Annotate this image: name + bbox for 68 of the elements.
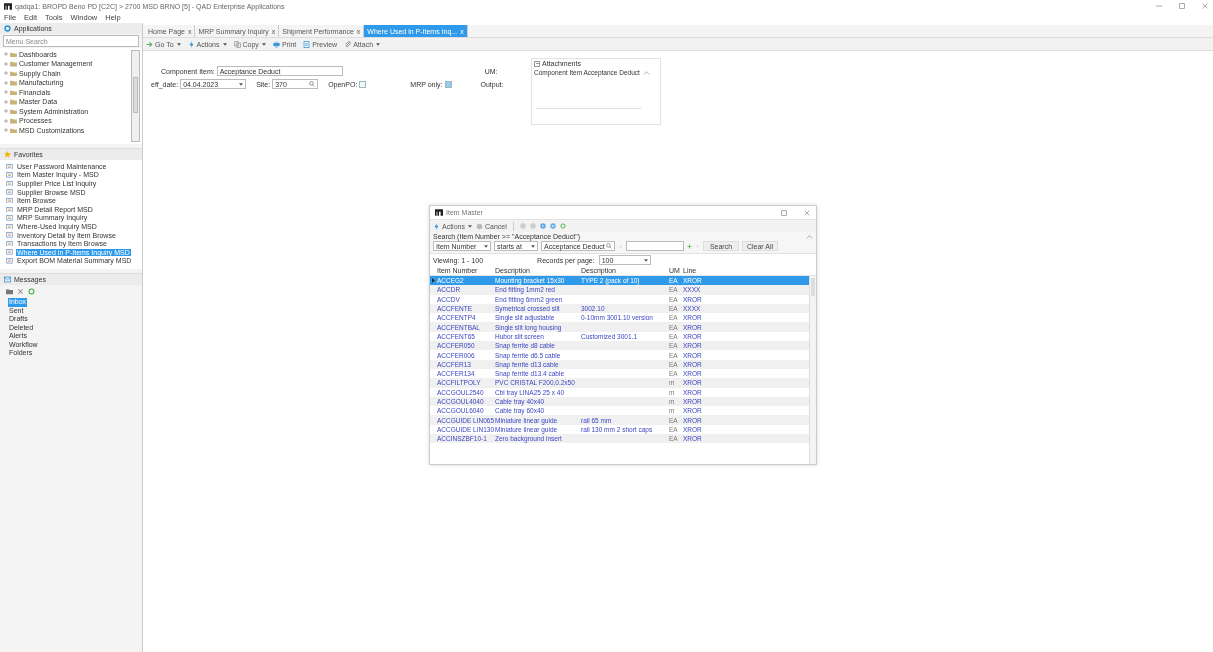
refresh-icon[interactable] <box>28 288 35 296</box>
document-icon <box>6 223 13 230</box>
document-icon <box>6 249 13 255</box>
document-icon <box>6 215 13 221</box>
last-page-icon[interactable] <box>549 223 556 229</box>
expand-icon[interactable] <box>4 90 8 95</box>
caret-icon <box>239 82 244 86</box>
collapse-icon[interactable] <box>534 60 540 67</box>
remove-icon[interactable] <box>618 243 623 249</box>
document-icon <box>6 180 13 187</box>
scrollbar[interactable] <box>809 276 816 464</box>
checkbox[interactable] <box>444 80 452 88</box>
document-icon <box>6 232 13 238</box>
lightning-icon <box>433 222 440 230</box>
close-icon[interactable] <box>803 208 811 217</box>
document-icon <box>6 240 13 247</box>
app-logo-icon <box>4 2 12 10</box>
expand-icon[interactable] <box>4 52 8 57</box>
remove-icon[interactable] <box>695 243 700 249</box>
applications-icon <box>4 25 11 32</box>
copy-icon <box>233 40 241 48</box>
expand-icon[interactable] <box>4 128 8 133</box>
expand-icon[interactable] <box>4 99 8 104</box>
document-icon <box>6 258 13 264</box>
arrow-icon <box>146 40 153 48</box>
minimize-icon[interactable] <box>1155 2 1163 10</box>
caret-icon <box>531 244 535 248</box>
star-icon <box>4 151 11 158</box>
row-pointer-icon <box>432 278 435 284</box>
printer-icon <box>272 40 280 48</box>
caret-icon <box>222 42 227 46</box>
expand-icon[interactable] <box>4 109 8 114</box>
close-icon[interactable] <box>1201 2 1209 10</box>
caret-icon <box>467 224 472 228</box>
expand-icon[interactable] <box>4 71 8 76</box>
caret-icon <box>376 42 381 46</box>
paperclip-icon <box>344 40 352 48</box>
refresh-icon[interactable] <box>559 223 566 229</box>
document-icon <box>6 172 13 178</box>
delete-icon[interactable] <box>17 288 24 296</box>
caret-icon <box>176 42 181 46</box>
app-logo-icon <box>435 209 443 216</box>
expand-icon[interactable] <box>4 61 8 66</box>
maximize-icon[interactable] <box>780 208 788 217</box>
expand-icon[interactable] <box>4 118 8 123</box>
add-icon[interactable] <box>687 243 692 249</box>
document-icon <box>6 197 13 204</box>
caret-icon <box>643 258 648 262</box>
caret-icon <box>484 244 488 248</box>
next-page-icon[interactable] <box>539 223 546 229</box>
document-icon <box>303 40 311 48</box>
input-field[interactable] <box>626 241 684 251</box>
folder-icon[interactable] <box>6 288 13 296</box>
circle-icon <box>475 222 483 230</box>
checkbox[interactable] <box>359 80 367 88</box>
document-icon <box>6 206 13 212</box>
maximize-icon[interactable] <box>1178 2 1186 10</box>
lightning-icon <box>187 40 195 48</box>
chevron-up-icon[interactable] <box>806 234 813 239</box>
chevron-up-icon[interactable] <box>642 70 650 75</box>
envelope-icon <box>4 276 11 284</box>
expand-icon[interactable] <box>4 80 8 85</box>
search-icon[interactable] <box>606 243 612 249</box>
caret-icon <box>261 42 266 46</box>
document-icon <box>6 163 13 170</box>
document-icon <box>6 189 13 195</box>
search-icon[interactable] <box>309 81 316 87</box>
scrollbar[interactable] <box>131 50 140 142</box>
